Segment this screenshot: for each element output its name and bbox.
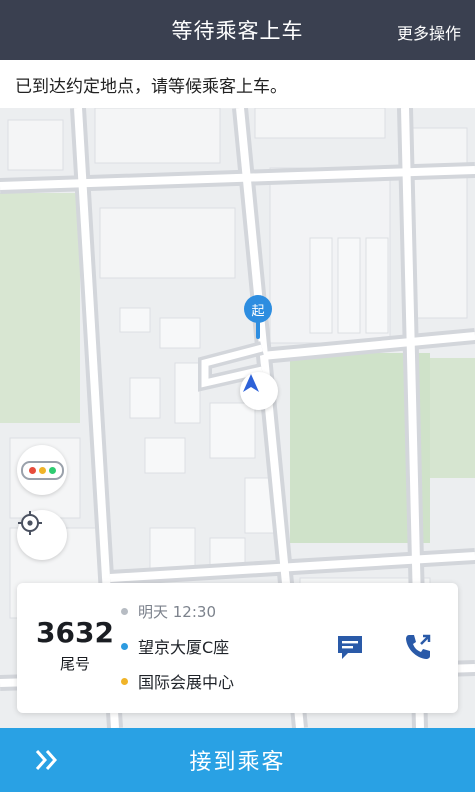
call-button[interactable] [400,629,436,665]
start-location: 望京大厦C座 [138,638,230,657]
time-dot-icon [121,607,128,615]
top-bar: 等待乘客上车 更多操作 [0,0,475,60]
locate-me-button[interactable] [17,510,67,560]
picked-up-button-label: 接到乘客 [189,750,286,775]
pickup-time: 明天 12:30 [138,602,216,621]
destination-location: 国际会展中心 [138,673,235,692]
tail-number-block: 3632 尾号 [35,616,115,674]
picked-up-button[interactable]: 接到乘客 [0,728,475,792]
tail-number-label: 尾号 [59,655,90,673]
traffic-toggle-button[interactable] [17,445,67,495]
tail-number: 3632 [36,616,114,649]
start-dot-icon [121,642,128,650]
trip-info: 明天 12:30 望京大厦C座 国际会展中心 [121,601,234,706]
pickup-marker-stem [256,321,260,339]
start-location-row: 望京大厦C座 [121,636,234,657]
pickup-marker[interactable]: 起 [244,295,272,343]
arrival-notice: 已到达约定地点，请等候乘客上车。 [0,60,475,108]
phone-call-icon [406,634,431,659]
order-card: 3632 尾号 明天 12:30 望京大厦C座 国际会展中心 [17,583,458,713]
double-chevron-right-icon [35,750,58,770]
arrival-notice-text: 已到达约定地点，请等候乘客上车。 [15,76,287,97]
traffic-light-icon [20,460,64,480]
navigation-arrow-icon [240,372,278,410]
pickup-marker-label: 起 [244,295,272,323]
destination-row: 国际会展中心 [121,671,235,692]
destination-dot-icon [121,677,128,685]
message-icon [338,636,362,659]
message-button[interactable] [332,629,368,665]
more-actions-button[interactable]: 更多操作 [397,20,461,44]
page-title: 等待乘客上车 [171,19,304,43]
locate-crosshair-icon [18,511,42,535]
pickup-time-row: 明天 12:30 [121,601,234,621]
